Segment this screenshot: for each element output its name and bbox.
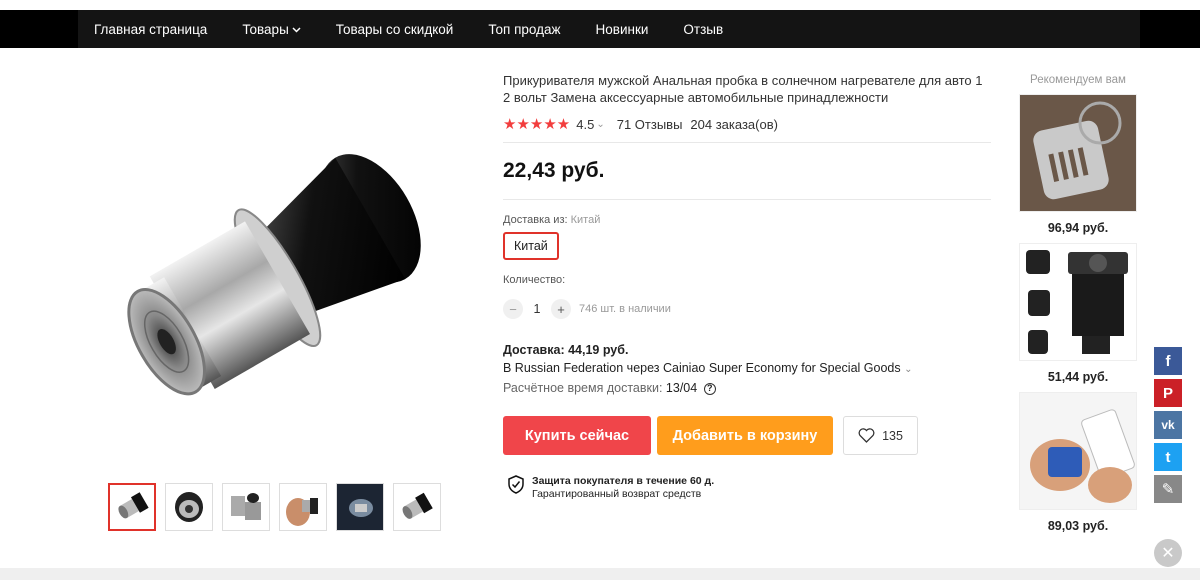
protection-title: Защита покупателя в течение 60 д. [532, 475, 715, 487]
facebook-share-icon[interactable]: f [1154, 347, 1182, 375]
nav-item-products[interactable]: Товары [242, 21, 301, 37]
wishlist-button[interactable]: 135 [843, 416, 918, 455]
recommendation-item[interactable]: 96,94 руб. [1015, 94, 1141, 235]
vk-share-icon[interactable]: vk [1154, 411, 1182, 439]
recommendation-item[interactable]: 51,44 руб. [1015, 243, 1141, 384]
recommendation-item[interactable]: 89,03 руб. [1015, 392, 1141, 533]
rating-row: ★★★★★ 4.5 ⌄ 71 Отзывы 204 заказа(ов) [503, 115, 993, 133]
delivery-chevron-icon: ⌄ [904, 364, 913, 375]
divider [503, 199, 991, 200]
delivery-time-value: 13/04 [665, 381, 698, 395]
nav-item-home[interactable]: Главная страница [94, 22, 207, 37]
shield-icon [508, 475, 524, 494]
quantity-stepper: − 1 + 746 шт. в наличии [503, 299, 993, 319]
recommendation-image[interactable] [1019, 243, 1137, 361]
delivery-info: Доставка: 44,19 руб. В Russian Federatio… [503, 341, 993, 397]
quantity-label: Количество: [503, 274, 566, 286]
thumbnail-2[interactable] [165, 483, 213, 531]
delivery-cost: Доставка: 44,19 руб. [503, 343, 629, 357]
chevron-down-icon [292, 25, 301, 36]
recommendation-image[interactable] [1019, 392, 1137, 510]
recommendation-price: 89,03 руб. [1047, 519, 1109, 533]
close-icon[interactable]: ✕ [1154, 539, 1182, 567]
protection-subtitle: Гарантированный возврат средств [532, 488, 702, 500]
thumbnail-6[interactable] [393, 483, 441, 531]
action-buttons: Купить сейчас Добавить в корзину 135 [503, 416, 993, 455]
divider [503, 142, 991, 143]
pinterest-share-icon[interactable]: P [1154, 379, 1182, 407]
thumbnail-1[interactable] [108, 483, 156, 531]
ship-from-value: Китай [570, 214, 601, 226]
stock-text: 746 шт. в наличии [579, 303, 671, 315]
footer-strip [0, 568, 1200, 580]
help-icon[interactable]: ? [703, 382, 716, 395]
nav-item-new[interactable]: Новинки [596, 22, 649, 37]
ship-from-option-china[interactable]: Китай [503, 232, 559, 260]
ship-from-label: Доставка из: Китай [503, 214, 993, 226]
recommendations-title: Рекомендуем вам [1030, 74, 1126, 86]
nav-item-top-sales[interactable]: Топ продаж [488, 22, 560, 37]
twitter-share-icon[interactable]: t [1154, 443, 1182, 471]
delivery-method-text: В Russian Federation через Cainiao Super… [503, 361, 901, 375]
edit-share-icon[interactable]: ✎ [1154, 475, 1182, 503]
quantity-value[interactable]: 1 [523, 302, 551, 316]
product-title: Прикуривателя мужской Анальная пробка в … [503, 73, 983, 105]
ship-from-caption: Доставка из: [503, 214, 568, 226]
nav-inner: Главная страница Товары Товары со скидко… [78, 10, 1140, 48]
nav-item-discounts[interactable]: Товары со скидкой [336, 22, 454, 37]
recommendations-panel: Рекомендуем вам 96,94 руб. 51,44 руб. 89… [1015, 74, 1141, 533]
thumbnail-4[interactable] [279, 483, 327, 531]
main-product-image[interactable] [90, 82, 475, 467]
recommendation-image[interactable] [1019, 94, 1137, 212]
rating-chevron-icon[interactable]: ⌄ [596, 119, 604, 130]
thumbnail-5[interactable] [336, 483, 384, 531]
wishlist-count: 135 [882, 428, 903, 443]
delivery-method[interactable]: В Russian Federation через Cainiao Super… [503, 359, 993, 379]
recommendation-price: 96,94 руб. [1047, 221, 1109, 235]
buy-now-button[interactable]: Купить сейчас [503, 416, 651, 455]
heart-icon [858, 428, 875, 443]
thumbnail-strip [108, 483, 450, 531]
rating-stars-icon: ★★★★★ [503, 116, 571, 133]
buyer-protection: Защита покупателя в течение 60 д. Гарант… [508, 475, 993, 501]
orders-count: 204 заказа(ов) [690, 116, 778, 132]
quantity-increase-button[interactable]: + [551, 299, 571, 319]
delivery-time-label: Расчётное время доставки: [503, 381, 663, 395]
delivery-time: Расчётное время доставки: 13/04 ? [503, 379, 993, 397]
quantity-decrease-button[interactable]: − [503, 299, 523, 319]
thumbnail-3[interactable] [222, 483, 270, 531]
nav-item-reviews[interactable]: Отзыв [683, 22, 723, 37]
add-to-cart-button[interactable]: Добавить в корзину [657, 416, 833, 455]
nav-item-products-label: Товары [242, 21, 289, 37]
product-info: Прикуривателя мужской Анальная пробка в … [503, 72, 993, 501]
social-share-bar: f P vk t ✎ [1154, 347, 1182, 507]
top-navigation: Главная страница Товары Товары со скидко… [0, 10, 1200, 48]
rating-value[interactable]: 4.5 [576, 117, 594, 132]
recommendation-price: 51,44 руб. [1047, 370, 1109, 384]
product-price: 22,43 руб. [503, 159, 605, 182]
reviews-count[interactable]: 71 Отзывы [617, 117, 683, 132]
